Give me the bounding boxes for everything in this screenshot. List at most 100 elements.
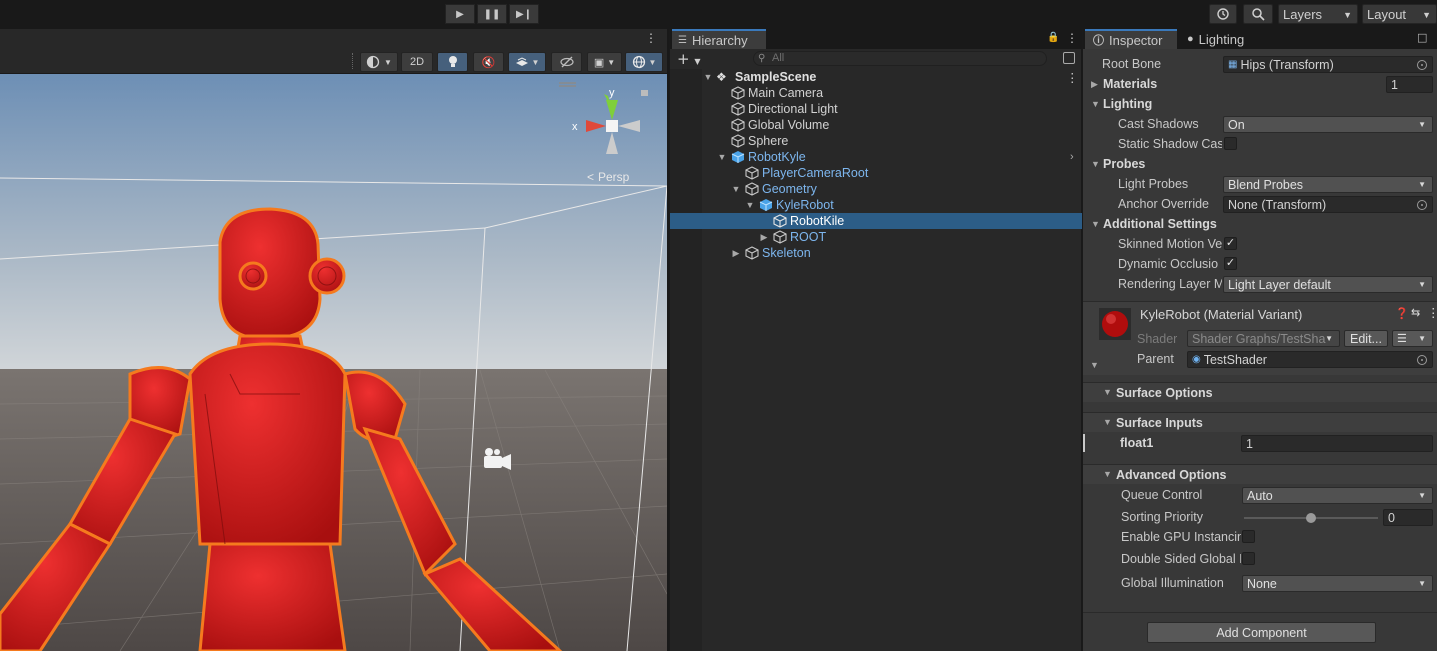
foldout-arrow-icon[interactable]: ▼ (1091, 219, 1100, 229)
lock-icon[interactable] (641, 90, 648, 96)
search-icon: ⚲ (758, 53, 766, 64)
foldout-arrow-icon[interactable]: ▼ (1103, 469, 1112, 479)
chevron-down-icon: ▼ (607, 57, 616, 67)
foldout-arrow-icon[interactable]: ▼ (1091, 99, 1100, 109)
tree-row-kyle-robot[interactable]: ▼ KyleRobot (670, 197, 1082, 213)
help-icon[interactable]: ❓ (1395, 307, 1409, 320)
object-picker-icon[interactable] (1417, 200, 1427, 210)
advanced-options-header[interactable]: Advanced Options (1116, 468, 1226, 482)
expand-arrow-icon[interactable]: ▼ (730, 184, 742, 194)
more-options-icon[interactable]: ⋮ (1066, 70, 1079, 85)
more-options-icon[interactable]: ⋮ (1066, 31, 1078, 45)
lock-icon[interactable]: □ (1417, 31, 1427, 44)
shader-value: Shader Graphs/TestSha (1192, 331, 1326, 346)
edit-shader-button[interactable]: Edit... (1344, 330, 1388, 347)
add-component-button[interactable]: Add Component (1147, 622, 1376, 643)
hierarchy-search-input[interactable]: ⚲ All (753, 51, 1047, 66)
foldout-arrow-icon[interactable]: ▼ (1090, 360, 1099, 370)
materials-count-field[interactable]: 1 (1386, 76, 1433, 93)
tree-row-directional-light[interactable]: Directional Light (670, 101, 1082, 117)
double-sided-checkbox[interactable] (1242, 552, 1255, 565)
audio-toggle-button[interactable]: 🔇 (473, 52, 504, 72)
cast-shadows-dropdown[interactable]: On ▼ (1223, 116, 1433, 133)
scene-viewport[interactable]: y x < Persp (0, 74, 667, 651)
tree-row-geometry[interactable]: ▼ Geometry (670, 181, 1082, 197)
expand-arrow-icon[interactable]: ▼ (716, 152, 728, 162)
sorting-priority-slider[interactable] (1244, 513, 1378, 523)
camera-settings-button[interactable]: ▣ ▼ (587, 52, 622, 72)
sorting-priority-field[interactable]: 0 (1383, 509, 1433, 526)
dynamic-occlusion-checkbox[interactable]: ✓ (1224, 257, 1237, 270)
tree-row-global-volume[interactable]: Global Volume (670, 117, 1082, 133)
persp-label[interactable]: Persp (598, 170, 630, 184)
layout-dropdown[interactable]: Layout ▼ (1362, 4, 1437, 24)
skinned-motion-checkbox[interactable]: ✓ (1224, 237, 1237, 250)
lighting-toggle-button[interactable] (437, 52, 468, 72)
tree-row-skeleton[interactable]: ▶ Skeleton (670, 245, 1082, 261)
probes-header[interactable]: Probes (1103, 157, 1145, 171)
step-button[interactable]: ▶❙ (509, 4, 539, 24)
search-button[interactable] (1243, 4, 1273, 24)
anchor-override-field[interactable]: None (Transform) (1223, 196, 1433, 213)
tab-inspector[interactable]: ⓘ Inspector (1085, 29, 1177, 49)
override-indicator (1083, 434, 1085, 452)
search-filter-icon[interactable] (1063, 52, 1075, 64)
tree-row-sphere[interactable]: Sphere (670, 133, 1082, 149)
effects-toggle-button[interactable]: ▼ (508, 52, 546, 72)
gizmos-toggle-button[interactable]: ▼ (625, 52, 663, 72)
object-picker-icon[interactable] (1417, 60, 1427, 70)
tree-row-robot-kile[interactable]: RobotKile (670, 213, 1082, 229)
layers-dropdown[interactable]: Layers ▼ (1278, 4, 1358, 24)
surface-options-header[interactable]: Surface Options (1116, 386, 1213, 400)
root-bone-field[interactable]: ▦ Hips (Transform) (1223, 56, 1433, 73)
lighting-header[interactable]: Lighting (1103, 97, 1152, 111)
hidden-objects-toggle[interactable] (551, 52, 582, 72)
parent-field[interactable]: ◉ TestShader (1187, 351, 1433, 368)
pause-button[interactable]: ❚❚ (477, 4, 507, 24)
shader-dropdown[interactable]: Shader Graphs/TestSha ▼ (1187, 330, 1340, 347)
gpu-instancing-checkbox[interactable] (1242, 530, 1255, 543)
toolbar-grip[interactable] (352, 53, 354, 69)
light-probes-dropdown[interactable]: Blend Probes ▼ (1223, 176, 1433, 193)
queue-control-dropdown[interactable]: Auto ▼ (1242, 487, 1433, 504)
tree-row-scene[interactable]: ▼ ❖ SampleScene ⋮ (670, 69, 1082, 85)
expand-arrow-icon[interactable]: ▶ (758, 232, 770, 243)
shader-options-button[interactable]: ☰ ▼ (1392, 330, 1433, 347)
expand-arrow-icon[interactable]: ▼ (744, 200, 756, 210)
float1-field[interactable]: 1 (1241, 435, 1433, 452)
rendering-layer-dropdown[interactable]: Light Layer default ▼ (1223, 276, 1433, 293)
hierarchy-search-row: + ▼ ⚲ All (670, 49, 1081, 69)
more-options-icon[interactable]: ⋮ (645, 31, 657, 45)
tree-row-robot-kyle[interactable]: ▼ RobotKyle › (670, 149, 1082, 165)
lock-icon[interactable]: 🔒 (1047, 32, 1059, 43)
chevron-right-icon[interactable]: › (1070, 151, 1074, 163)
expand-arrow-icon[interactable]: ▼ (702, 72, 714, 82)
tree-row-main-camera[interactable]: Main Camera (670, 85, 1082, 101)
scene-render[interactable]: y x < Persp (0, 74, 667, 651)
additional-settings-header[interactable]: Additional Settings (1103, 217, 1217, 231)
materials-header[interactable]: Materials (1103, 77, 1157, 91)
gizmo-globe-icon (632, 55, 645, 69)
static-shadow-checkbox[interactable] (1224, 137, 1237, 150)
slider-thumb[interactable] (1306, 513, 1316, 523)
object-picker-icon[interactable] (1417, 355, 1427, 365)
surface-inputs-header[interactable]: Surface Inputs (1116, 416, 1203, 430)
foldout-arrow-icon[interactable]: ▶ (1091, 79, 1098, 90)
shading-mode-button[interactable]: ▼ (360, 52, 398, 72)
global-illumination-dropdown[interactable]: None ▼ (1242, 575, 1433, 592)
tree-row-player-camera-root[interactable]: PlayerCameraRoot (670, 165, 1082, 181)
tab-hierarchy[interactable]: ☰ Hierarchy (672, 29, 766, 49)
expand-arrow-icon[interactable]: ▶ (730, 248, 742, 259)
play-button[interactable]: ▶ (445, 4, 475, 24)
tree-row-root[interactable]: ▶ ROOT (670, 229, 1082, 245)
foldout-arrow-icon[interactable]: ▼ (1091, 159, 1100, 169)
more-options-icon[interactable]: ⋮ (1427, 305, 1437, 320)
toggle-2d-button[interactable]: 2D (401, 52, 433, 72)
presets-icon[interactable]: ⇆ (1411, 306, 1420, 319)
foldout-arrow-icon[interactable]: ▼ (1103, 387, 1112, 397)
add-object-button[interactable]: + ▼ (677, 50, 701, 68)
tab-lighting[interactable]: ● Lighting (1181, 29, 1271, 49)
undo-history-button[interactable] (1209, 4, 1237, 24)
chevron-down-icon: ▼ (1418, 334, 1426, 343)
foldout-arrow-icon[interactable]: ▼ (1103, 417, 1112, 427)
